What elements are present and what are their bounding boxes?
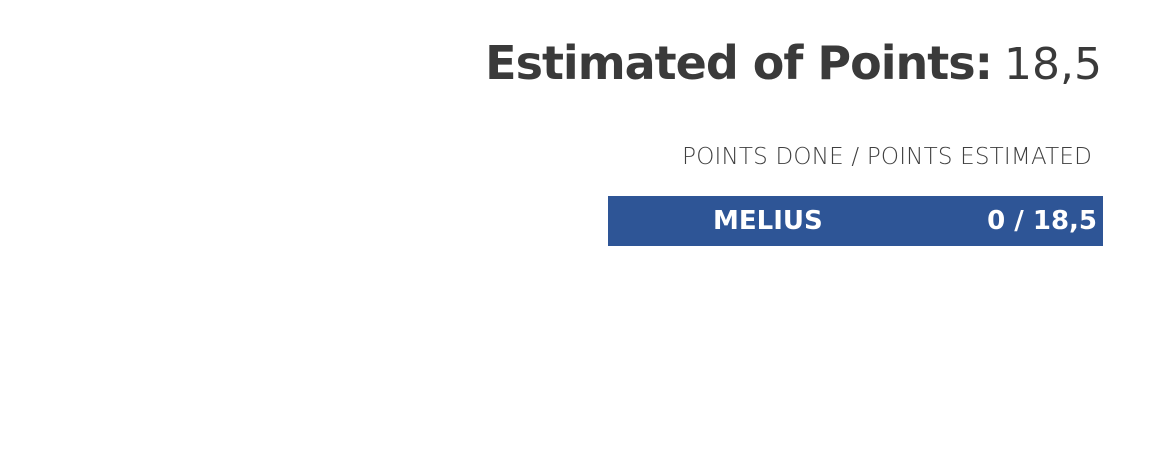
- member-name: MELIUS: [713, 206, 823, 236]
- estimated-points-heading: Estimated of Points: 18,5: [485, 30, 1102, 98]
- points-column-header: POINTS DONE / POINTS ESTIMATED: [682, 144, 1092, 170]
- member-points: 0 / 18,5: [987, 206, 1097, 236]
- estimated-points-value: 18,5: [1004, 39, 1102, 90]
- estimated-points-label: Estimated of Points:: [485, 36, 993, 90]
- member-row: MELIUS 0 / 18,5: [608, 196, 1103, 246]
